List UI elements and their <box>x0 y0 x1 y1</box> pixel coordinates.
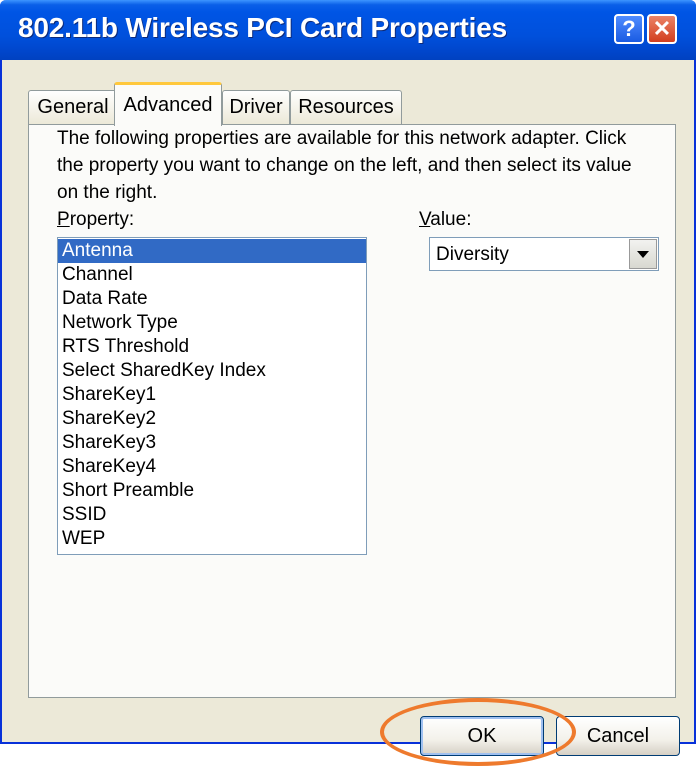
close-button[interactable]: ✕ <box>647 14 677 44</box>
help-icon: ? <box>622 16 636 41</box>
value-dropdown[interactable]: Diversity <box>429 237 659 271</box>
property-list-item[interactable]: ShareKey3 <box>58 431 366 455</box>
tab-driver[interactable]: Driver <box>222 90 290 124</box>
property-list-item[interactable]: Data Rate <box>58 287 366 311</box>
tab-general[interactable]: General <box>28 90 118 124</box>
value-label: Value: <box>419 209 472 230</box>
property-list-item[interactable]: Select SharedKey Index <box>58 359 366 383</box>
property-list-item[interactable]: RTS Threshold <box>58 335 366 359</box>
ok-button[interactable]: OK <box>420 716 544 756</box>
tab-resources[interactable]: Resources <box>290 90 402 124</box>
description-text: The following properties are available f… <box>57 128 632 203</box>
property-list-item[interactable]: SSID <box>58 503 366 527</box>
properties-dialog: 802.11b Wireless PCI Card Properties ? ✕… <box>0 0 696 756</box>
property-list-item[interactable]: WEP <box>58 527 366 551</box>
advanced-tab-panel: The following properties are available f… <box>28 124 676 698</box>
close-icon: ✕ <box>652 16 672 41</box>
title-bar[interactable]: 802.11b Wireless PCI Card Properties ? ✕ <box>0 0 696 60</box>
value-label-rest: alue: <box>430 209 472 230</box>
tab-advanced[interactable]: Advanced <box>114 82 222 126</box>
property-list-item[interactable]: Antenna <box>58 239 366 263</box>
value-dropdown-button[interactable] <box>629 239 657 269</box>
value-dropdown-selected: Diversity <box>436 244 509 265</box>
property-list-item[interactable]: Network Type <box>58 311 366 335</box>
property-list-item[interactable]: Short Preamble <box>58 479 366 503</box>
property-list-item[interactable]: ShareKey4 <box>58 455 366 479</box>
property-list-item[interactable]: ShareKey2 <box>58 407 366 431</box>
property-list-item[interactable]: Channel <box>58 263 366 287</box>
window-title: 802.11b Wireless PCI Card Properties <box>18 12 508 43</box>
property-list-item[interactable]: ShareKey1 <box>58 383 366 407</box>
property-label: Property: <box>57 209 135 230</box>
property-listbox[interactable]: Antenna Channel Data Rate Network Type RTS T… <box>57 237 367 555</box>
chevron-down-icon <box>637 250 649 258</box>
cancel-button[interactable]: Cancel <box>556 716 680 756</box>
help-button[interactable]: ? <box>614 14 644 44</box>
property-label-rest: roperty: <box>69 209 135 230</box>
